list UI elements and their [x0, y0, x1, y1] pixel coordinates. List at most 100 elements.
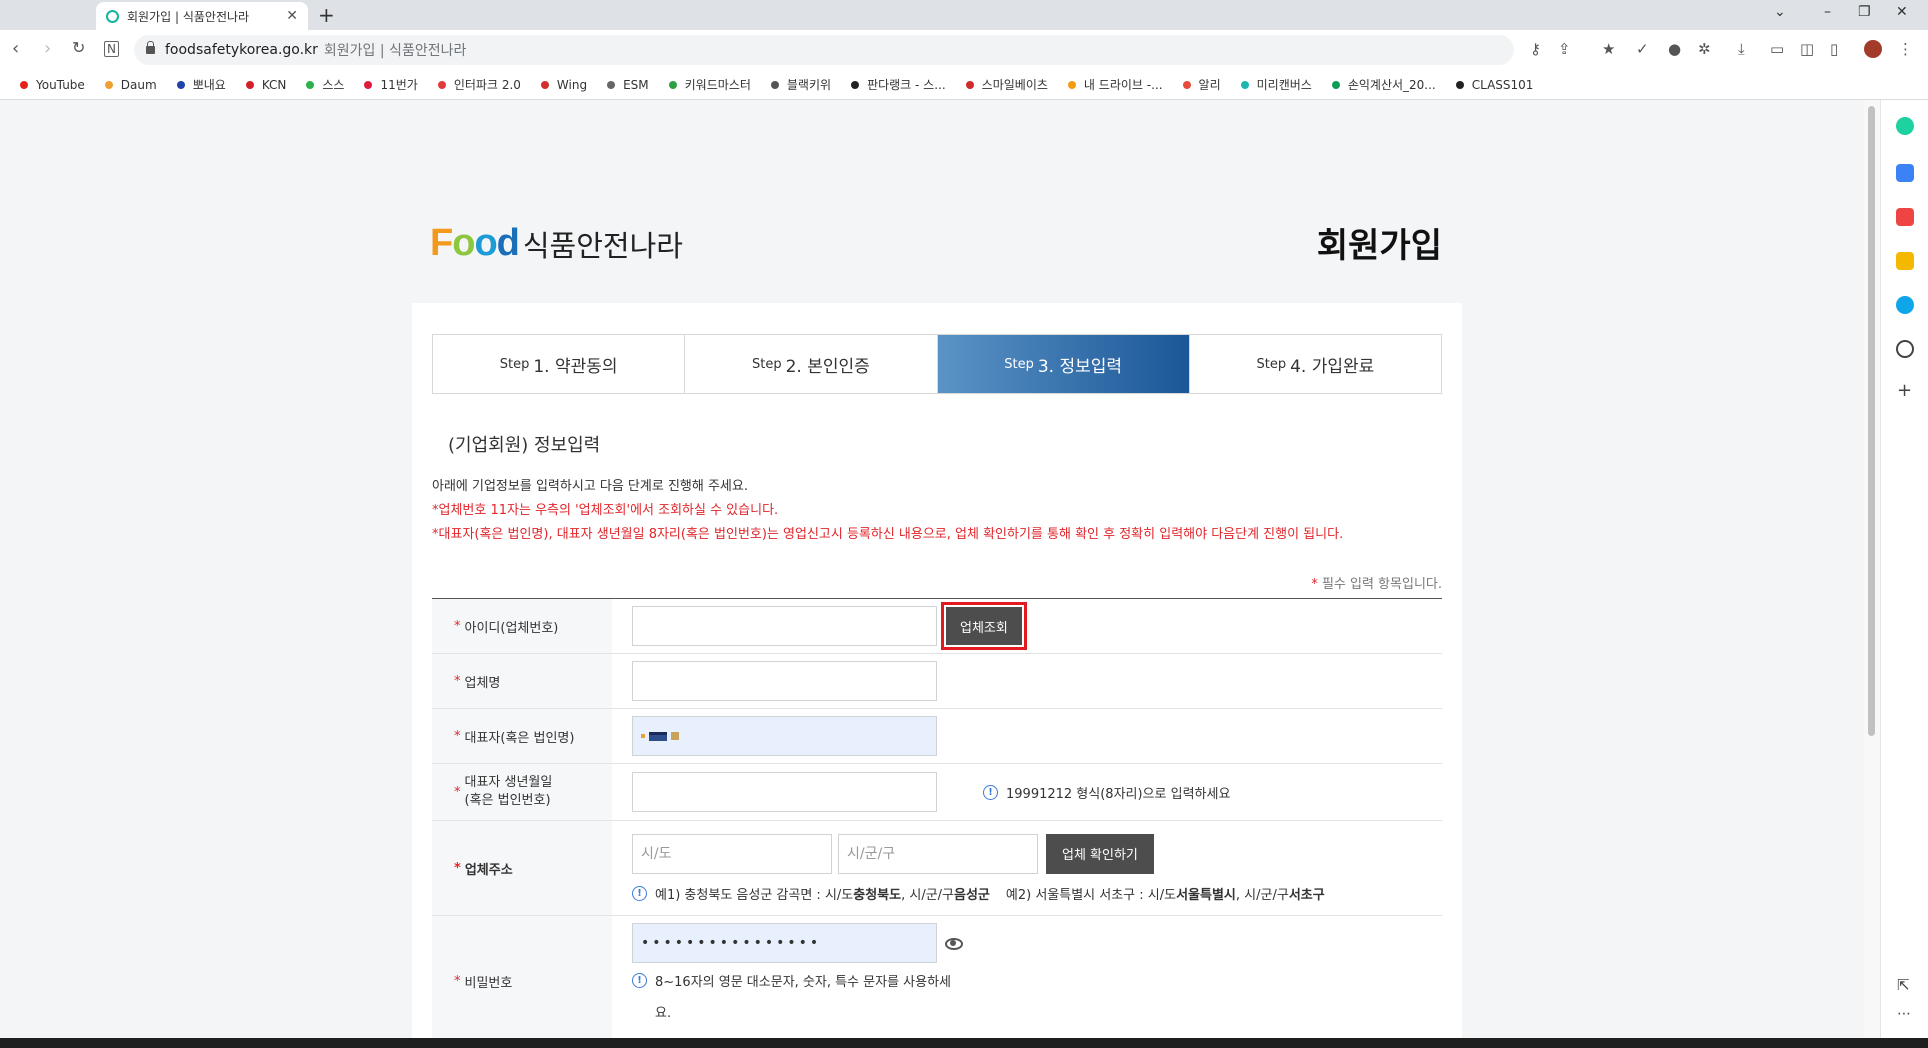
- external-link-icon[interactable]: ⇱: [1897, 976, 1910, 994]
- lock-icon: [146, 41, 155, 54]
- info-notice-lookup: *업체번호 11자는 우측의 '업체조회'에서 조회하실 수 있습니다.: [432, 503, 779, 518]
- key-icon[interactable]: ⚷: [1530, 40, 1541, 58]
- sidebar-search-icon[interactable]: [1896, 340, 1914, 358]
- menu-kebab-icon[interactable]: ⋮: [1898, 40, 1913, 58]
- sidebar-app-icon-1[interactable]: [1896, 117, 1914, 135]
- address-hint: ! 예1) 충청북도 음성군 감곡면 : 시/도 충청북도 , 시/군/구 음성…: [632, 884, 1325, 903]
- bookmark-star-icon[interactable]: ★: [1602, 40, 1615, 58]
- birthdate-hint: ! 19991212 형식(8자리)으로 입력하세요: [983, 783, 1230, 802]
- scroll-thumb[interactable]: [1868, 106, 1875, 736]
- step-indicator: Step 1. 약관동의 Step 2. 본인인증 Step 3. 정보입력 Step 4. …: [432, 334, 1442, 394]
- os-taskbar: [0, 1038, 1928, 1048]
- company-name-label: * 업체명: [432, 654, 612, 708]
- bookmark-item[interactable]: 인터파크 2.0: [437, 76, 521, 93]
- password-input[interactable]: [632, 923, 937, 963]
- download-icon[interactable]: ⤓: [1738, 40, 1745, 58]
- bookmark-favicon-icon: [1182, 80, 1191, 89]
- site-favicon-icon: [106, 9, 119, 23]
- bookmark-item[interactable]: 스스: [306, 76, 344, 93]
- restore-icon[interactable]: ❐: [1858, 4, 1871, 20]
- back-icon[interactable]: ‹: [12, 38, 19, 59]
- cast-icon[interactable]: ▭: [1770, 40, 1784, 58]
- close-window-icon[interactable]: ✕: [1896, 4, 1908, 20]
- bookmark-item[interactable]: 블랙키위: [770, 76, 831, 93]
- profile-avatar[interactable]: [1864, 40, 1882, 58]
- reload-icon[interactable]: ↻: [72, 38, 85, 57]
- bookmark-item[interactable]: Daum: [104, 78, 157, 92]
- bookmark-item[interactable]: CLASS101: [1455, 78, 1533, 92]
- bookmarks-bar: YouTube Daum 뽀내요 KCN 스스 11번가 인터파크 2.0 Wing ESM 키워…: [0, 70, 1928, 100]
- address-district-input[interactable]: [838, 833, 1038, 874]
- birthdate-input[interactable]: [632, 772, 937, 812]
- verify-company-button[interactable]: 업체 확인하기: [1046, 833, 1154, 874]
- bookmark-favicon-icon: [1331, 80, 1340, 89]
- bookmark-item[interactable]: 스마일베이츠: [965, 76, 1048, 93]
- show-password-eye-icon[interactable]: [945, 938, 963, 950]
- forward-icon[interactable]: ›: [44, 38, 51, 59]
- form-row-id: * 아이디(업체번호) 업체조회: [432, 599, 1442, 654]
- bookmark-item[interactable]: Wing: [540, 78, 587, 92]
- sidebar-app-icon-5[interactable]: [1896, 296, 1914, 314]
- bookmark-item[interactable]: ESM: [607, 78, 649, 92]
- check-icon[interactable]: ✓: [1636, 40, 1649, 58]
- tab-title: 회원가입 | 식품안전나라: [127, 9, 250, 24]
- bookmark-favicon-icon: [965, 80, 974, 89]
- bookmark-favicon-icon: [437, 80, 446, 89]
- browser-tab-bar: 회원가입 | 식품안전나라 ✕ + ⌄ – ❐ ✕: [0, 0, 1928, 30]
- company-lookup-button[interactable]: 업체조회: [946, 607, 1022, 645]
- address-city-input[interactable]: [632, 833, 832, 874]
- minimize-icon[interactable]: –: [1824, 4, 1831, 20]
- bookmark-item[interactable]: 키워드마스터: [668, 76, 751, 93]
- bookmark-favicon-icon: [668, 80, 677, 89]
- sidebar-app-icon-3[interactable]: [1896, 208, 1914, 226]
- sidebar-app-icon-2[interactable]: [1896, 164, 1914, 182]
- bookmark-item[interactable]: KCN: [245, 78, 286, 92]
- bookmark-item[interactable]: 판다랭크 - 스...: [851, 76, 946, 93]
- browser-tab-active[interactable]: 회원가입 | 식품안전나라 ✕: [96, 2, 308, 30]
- required-note: * 필수 입력 항목입니다.: [1311, 577, 1442, 592]
- bookmark-favicon-icon: [176, 80, 185, 89]
- page-title: 회원가입: [1316, 226, 1442, 266]
- browser-side-panel: + ⇱ ⋯: [1880, 100, 1928, 1038]
- bookmark-favicon-icon: [104, 80, 113, 89]
- puzzle-icon[interactable]: ✲: [1698, 40, 1711, 58]
- bookmark-item[interactable]: 뽀내요: [176, 76, 226, 93]
- logo-text: 식품안전나라: [522, 228, 683, 263]
- tab-close-icon[interactable]: ✕: [286, 8, 298, 24]
- extension-icon[interactable]: ●: [1668, 40, 1681, 58]
- sidebar-app-icon-4[interactable]: [1896, 252, 1914, 270]
- more-icon[interactable]: ⋯: [1897, 1006, 1911, 1022]
- info-text: 아래에 기업정보를 입력하시고 다음 단계로 진행해 주세요.: [432, 479, 748, 494]
- new-tab-icon[interactable]: +: [318, 3, 335, 27]
- representative-input[interactable]: [632, 716, 937, 756]
- bookmark-favicon-icon: [20, 80, 28, 89]
- bookmark-item[interactable]: 알리: [1182, 76, 1221, 93]
- bookmark-item[interactable]: 미리캔버스: [1240, 76, 1312, 93]
- share-icon[interactable]: ⇪: [1558, 40, 1571, 58]
- url-domain: foodsafetykorea.go.kr: [165, 42, 318, 58]
- bookmark-favicon-icon: [306, 80, 315, 89]
- company-id-input[interactable]: [632, 606, 937, 646]
- redacted-text: [641, 734, 645, 738]
- page-scrollbar[interactable]: [1864, 100, 1880, 1038]
- form-row-representative: * 대표자(혹은 법인명): [432, 709, 1442, 764]
- bookmark-item[interactable]: 손익계산서_20...: [1331, 76, 1436, 93]
- step-2: Step 2. 본인인증: [685, 335, 938, 393]
- tab-list-chevron-icon[interactable]: ⌄: [1774, 4, 1786, 20]
- bookmark-item[interactable]: 내 드라이브 -...: [1067, 76, 1163, 93]
- screenshot-icon[interactable]: ◫: [1800, 40, 1814, 58]
- reader-icon[interactable]: N: [104, 41, 119, 57]
- id-label: * 아이디(업체번호): [432, 599, 612, 653]
- sidebar-add-icon[interactable]: +: [1897, 380, 1912, 401]
- sidebar-toggle-icon[interactable]: ▯: [1830, 40, 1838, 58]
- bookmark-item[interactable]: 11번가: [364, 76, 418, 93]
- bookmark-item[interactable]: YouTube: [20, 78, 85, 92]
- form-row-company: * 업체명: [432, 654, 1442, 709]
- address-toolbar: ‹ › ↻ N foodsafetykorea.go.kr 회원가입 | 식품안…: [0, 30, 1928, 70]
- url-bar[interactable]: foodsafetykorea.go.kr 회원가입 | 식품안전나라: [134, 35, 1514, 65]
- bookmark-favicon-icon: [540, 80, 549, 89]
- company-name-input[interactable]: [632, 661, 937, 701]
- company-info-form: * 아이디(업체번호) 업체조회 * 업체명 * 대표자(혹은 법인명) * 대…: [432, 598, 1442, 1046]
- site-logo[interactable]: Food 식품안전나라: [430, 222, 683, 265]
- info-icon: !: [983, 784, 998, 800]
